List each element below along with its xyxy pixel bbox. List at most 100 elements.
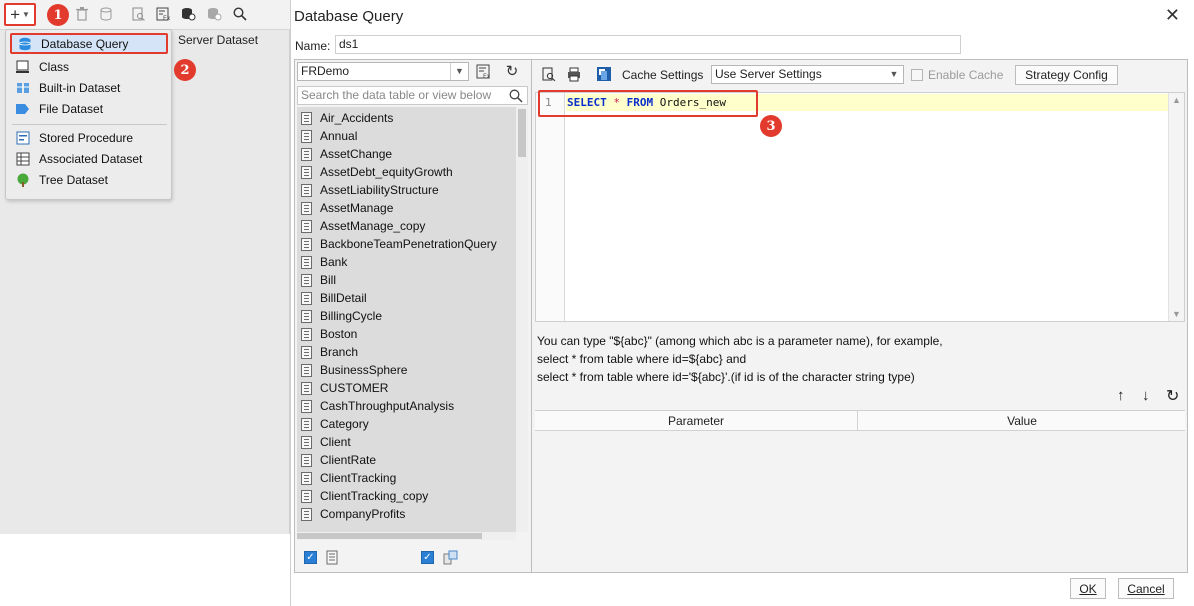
table-icon xyxy=(326,550,338,565)
table-row[interactable]: AssetLiabilityStructure xyxy=(297,181,516,199)
table-row[interactable]: Category xyxy=(297,415,516,433)
scroll-thumb[interactable] xyxy=(518,109,526,157)
table-row[interactable]: Boston xyxy=(297,325,516,343)
ok-button[interactable]: OK xyxy=(1070,578,1106,599)
enable-cache-label: Enable Cache xyxy=(928,68,1004,82)
menu-separator xyxy=(12,124,167,125)
menu-item-class[interactable]: Class xyxy=(10,56,168,77)
delete-icon[interactable] xyxy=(74,6,90,22)
menu-item-associated-dataset[interactable]: Associated Dataset xyxy=(10,148,168,169)
table-name: BackboneTeamPenetrationQuery xyxy=(320,237,497,251)
table-row[interactable]: AssetManage xyxy=(297,199,516,217)
cache-mode-select[interactable]: Use Server Settings ▼ xyxy=(711,65,904,84)
table-row[interactable]: BillDetail xyxy=(297,289,516,307)
menu-item-database-query[interactable]: Database Query xyxy=(10,33,168,54)
server-dataset-tab[interactable]: Server Dataset xyxy=(172,30,290,52)
table-search-input[interactable]: Search the data table or view below xyxy=(297,86,528,105)
table-name: Client xyxy=(320,435,351,449)
scroll-thumb[interactable] xyxy=(297,533,482,539)
menu-item-label: File Dataset xyxy=(39,101,104,116)
preview-icon[interactable] xyxy=(130,6,146,22)
enable-cache-checkbox[interactable] xyxy=(911,69,923,81)
table-name: CompanyProfits xyxy=(320,507,406,521)
table-row[interactable]: Bank xyxy=(297,253,516,271)
table-row[interactable]: Client xyxy=(297,433,516,451)
preview-table-button[interactable]: Ex xyxy=(475,63,493,80)
dataset-panel: + ▼ Ex Server Dataset Database Query Cla… xyxy=(0,0,290,534)
table-name: Annual xyxy=(320,129,358,143)
search-icon[interactable] xyxy=(232,6,248,22)
menu-item-stored-procedure[interactable]: Stored Procedure xyxy=(10,127,168,148)
step-1-badge: 1 xyxy=(47,4,69,26)
table-row[interactable]: AssetManage_copy xyxy=(297,217,516,235)
show-tables-checkbox[interactable]: ✓ xyxy=(304,551,317,564)
arrow-down-icon[interactable]: ↓ xyxy=(1142,387,1150,404)
refresh-icon[interactable]: ↻ xyxy=(503,62,521,80)
table-row[interactable]: Branch xyxy=(297,343,516,361)
column-header-parameter[interactable]: Parameter xyxy=(535,411,858,430)
database-gear-icon[interactable] xyxy=(180,6,196,22)
table-list-hscrollbar[interactable] xyxy=(297,532,516,540)
database-query-dialog: Database Query ✕ Name: ds1 FRDemo ▼ Ex ↻… xyxy=(290,0,1194,606)
cancel-button[interactable]: Cancel xyxy=(1118,578,1174,599)
database-edit-icon[interactable] xyxy=(98,6,114,22)
associated-dataset-icon xyxy=(16,152,30,165)
table-icon xyxy=(301,453,312,467)
connection-value: FRDemo xyxy=(301,64,350,78)
close-icon[interactable]: ✕ xyxy=(1165,5,1180,25)
menu-item-tree-dataset[interactable]: Tree Dataset xyxy=(10,169,168,190)
hint-line: select * from table where id=${abc} and xyxy=(537,352,747,366)
table-browser: FRDemo ▼ Ex ↻ Search the data table or v… xyxy=(295,60,532,572)
table-row[interactable]: AssetChange xyxy=(297,145,516,163)
preview-button[interactable] xyxy=(541,66,557,82)
show-views-checkbox[interactable]: ✓ xyxy=(421,551,434,564)
table-icon xyxy=(301,363,312,377)
table-icon xyxy=(301,489,312,503)
table-icon xyxy=(301,255,312,269)
chevron-down-icon[interactable]: ▼ xyxy=(1172,309,1181,319)
table-row[interactable]: CUSTOMER xyxy=(297,379,516,397)
table-row[interactable]: Annual xyxy=(297,127,516,145)
table-row[interactable]: Air_Accidents xyxy=(297,109,516,127)
table-icon xyxy=(301,201,312,215)
step-3-badge: 3 xyxy=(760,115,782,137)
connection-select[interactable]: FRDemo ▼ xyxy=(297,62,469,81)
sql-edit-icon[interactable]: Ex xyxy=(155,6,171,22)
table-row[interactable]: BackboneTeamPenetrationQuery xyxy=(297,235,516,253)
preview-icon xyxy=(542,67,556,81)
table-row[interactable]: Bill xyxy=(297,271,516,289)
arrow-up-icon[interactable]: ↑ xyxy=(1117,387,1125,404)
table-row[interactable]: BillingCycle xyxy=(297,307,516,325)
table-list-vscrollbar[interactable] xyxy=(516,107,528,532)
cache-settings-button[interactable] xyxy=(596,66,612,82)
dialog-title: Database Query xyxy=(294,8,404,25)
table-row[interactable]: ClientRate xyxy=(297,451,516,469)
dataset-name-input[interactable]: ds1 xyxy=(335,35,961,54)
sql-editor[interactable]: 1 SELECT * FROM Orders_new ▲ ▼ xyxy=(535,90,1185,322)
sql-vscrollbar[interactable]: ▲ ▼ xyxy=(1168,93,1184,321)
add-dataset-button[interactable]: + ▼ xyxy=(4,3,36,26)
caret-down-icon: ▼ xyxy=(22,10,30,19)
chevron-up-icon[interactable]: ▲ xyxy=(1172,95,1181,105)
table-row[interactable]: ClientTracking xyxy=(297,469,516,487)
menu-item-file-dataset[interactable]: File Dataset xyxy=(10,98,168,119)
dialog-body: FRDemo ▼ Ex ↻ Search the data table or v… xyxy=(294,59,1188,573)
table-icon xyxy=(301,165,312,179)
table-row[interactable]: BusinessSphere xyxy=(297,361,516,379)
sql-toolbar: Cache Settings Use Server Settings ▼ Ena… xyxy=(533,60,1187,90)
strategy-config-button[interactable]: Strategy Config xyxy=(1015,65,1118,85)
table-icon xyxy=(301,291,312,305)
refresh-icon[interactable]: ↻ xyxy=(1166,386,1179,406)
table-row[interactable]: AssetDebt_equityGrowth xyxy=(297,163,516,181)
menu-item-builtin-dataset[interactable]: Built-in Dataset xyxy=(10,77,168,98)
table-icon xyxy=(301,129,312,143)
table-icon xyxy=(301,435,312,449)
column-header-value[interactable]: Value xyxy=(859,411,1185,430)
table-row[interactable]: CashThroughputAnalysis xyxy=(297,397,516,415)
table-row[interactable]: ClientTracking_copy xyxy=(297,487,516,505)
hint-line: select * from table where id='${abc}'.(i… xyxy=(537,370,915,384)
save-sql-button[interactable] xyxy=(566,66,582,82)
table-icon xyxy=(301,417,312,431)
database-disabled-icon[interactable] xyxy=(206,6,222,22)
table-row[interactable]: CompanyProfits xyxy=(297,505,516,523)
